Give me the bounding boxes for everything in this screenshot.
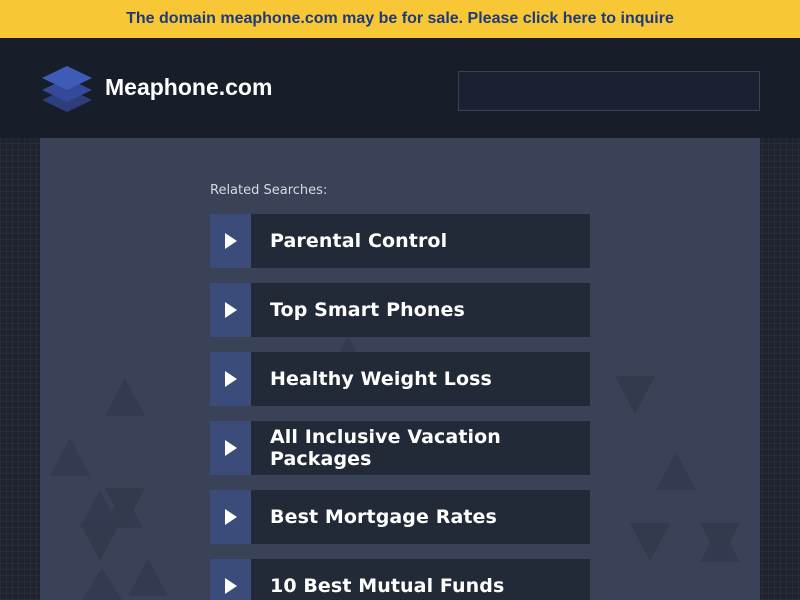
play-arrow-icon (210, 352, 251, 406)
play-arrow-icon (210, 490, 251, 544)
play-arrow-icon (210, 559, 251, 600)
related-search-label[interactable]: Top Smart Phones (251, 283, 590, 337)
related-search-item[interactable]: Top Smart Phones (210, 283, 590, 337)
related-search-label[interactable]: Best Mortgage Rates (251, 490, 590, 544)
main-content: Related Searches: Parental Control Top S… (40, 138, 760, 600)
header: Meaphone.com (0, 38, 800, 138)
site-brand: Meaphone.com (105, 74, 273, 100)
related-search-item[interactable]: Parental Control (210, 214, 590, 268)
play-arrow-icon (210, 421, 251, 475)
play-arrow-icon (210, 283, 251, 337)
related-search-label[interactable]: Healthy Weight Loss (251, 352, 590, 406)
related-search-item[interactable]: All Inclusive Vacation Packages (210, 421, 590, 475)
related-search-label[interactable]: 10 Best Mutual Funds (251, 559, 590, 600)
related-searches-label: Related Searches: (210, 183, 328, 198)
related-search-item[interactable]: Healthy Weight Loss (210, 352, 590, 406)
related-search-item[interactable]: 10 Best Mutual Funds (210, 559, 590, 600)
domain-sale-banner[interactable]: The domain meaphone.com may be for sale.… (0, 0, 800, 38)
search-input[interactable] (458, 71, 760, 111)
stacked-layers-icon (40, 58, 94, 118)
related-search-item[interactable]: Best Mortgage Rates (210, 490, 590, 544)
play-arrow-icon (210, 214, 251, 268)
related-search-label[interactable]: Parental Control (251, 214, 590, 268)
related-search-label[interactable]: All Inclusive Vacation Packages (251, 421, 590, 475)
domain-sale-text[interactable]: The domain meaphone.com may be for sale.… (126, 10, 674, 28)
